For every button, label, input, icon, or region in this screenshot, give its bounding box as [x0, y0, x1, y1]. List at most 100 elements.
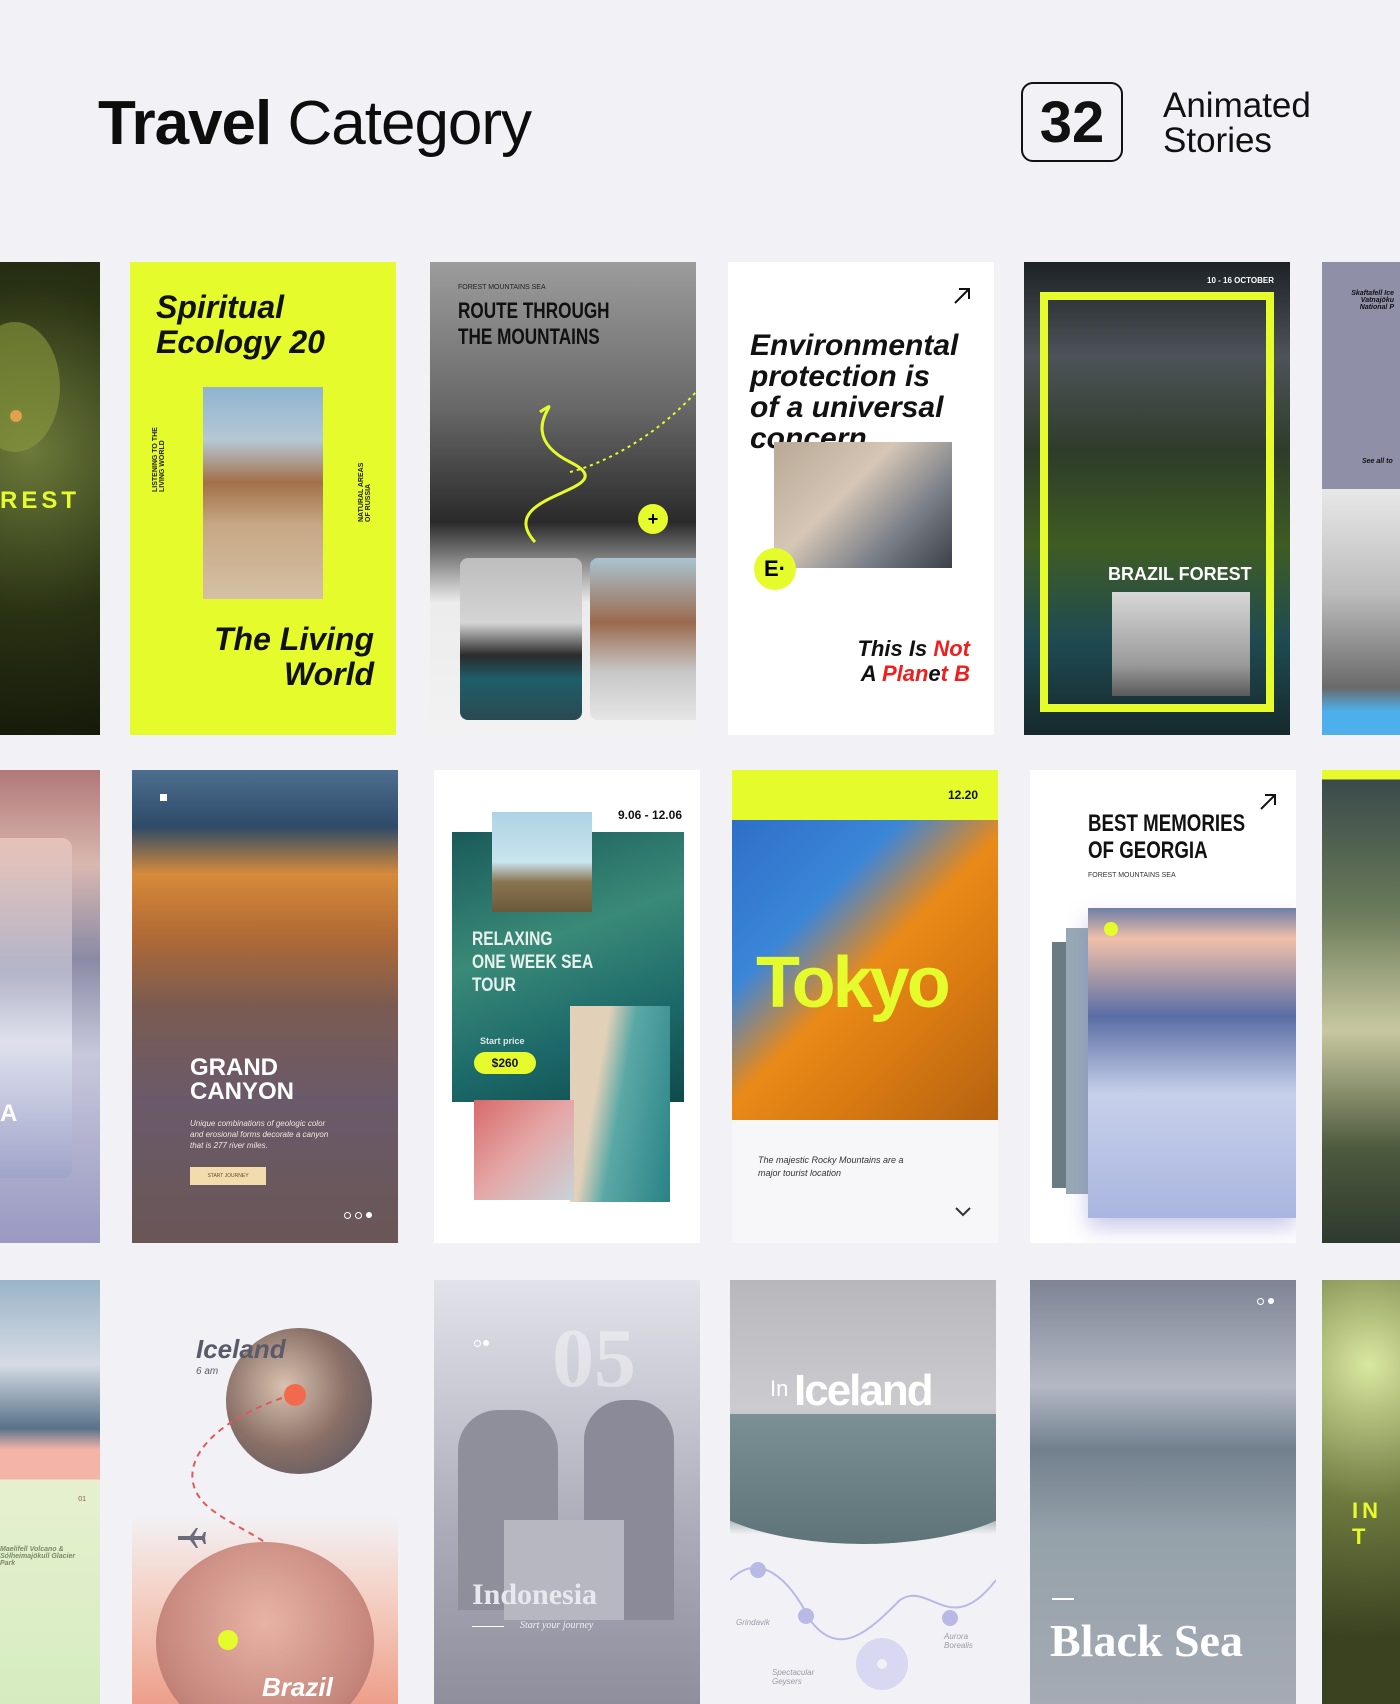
- story-count-label: Animated Stories: [1163, 88, 1311, 158]
- card-title: Black Sea: [1050, 1615, 1243, 1666]
- story-card-maelifell-partial[interactable]: 01 Maelifell Volcano & Sólheimajökull Gl…: [0, 1280, 100, 1704]
- arrow-up-right-icon[interactable]: [952, 286, 972, 306]
- dot[interactable]: [344, 1212, 351, 1219]
- story-card-green-partial[interactable]: IN T: [1322, 1280, 1400, 1704]
- tagline-highlight: Not: [933, 636, 970, 661]
- title-bold: Travel: [98, 89, 272, 158]
- count-label-line1: Animated: [1163, 86, 1311, 125]
- bottle-photo: [774, 442, 952, 568]
- subtitle-line1: The Living: [214, 621, 374, 657]
- date: 12.20: [947, 788, 978, 802]
- card-title: Skaftafell Ice Vatnajöku National P: [1351, 290, 1394, 311]
- story-card-indonesia[interactable]: 05 Indonesia Start your journey: [434, 1280, 700, 1704]
- subtitle-line2: World: [283, 656, 374, 692]
- side-text-right: NATURAL AREAS OF RUSSIA: [358, 462, 372, 522]
- story-card-iceland-brazil[interactable]: Iceland 6 am Brazil: [132, 1280, 398, 1704]
- story-card-grand-canyon[interactable]: GRAND CANYON Unique combinations of geolo…: [132, 770, 398, 1243]
- location-label: Grindavik: [736, 1618, 770, 1627]
- card-subtitle: Brazil: [262, 1672, 333, 1702]
- story-card-in-iceland[interactable]: In Iceland Grindavik Aurora Borealis Spe…: [730, 1280, 996, 1704]
- card-title: IN T: [1352, 1498, 1382, 1549]
- indicator-dot: [1104, 922, 1118, 936]
- plus-button[interactable]: +: [638, 504, 668, 534]
- story-card-spiritual-ecology[interactable]: Spiritual Ecology 20 LISTENING TO THE LIV…: [130, 262, 396, 735]
- title-light: Category: [287, 89, 532, 158]
- price-badge[interactable]: $260: [474, 1052, 536, 1074]
- story-card-route-mountains[interactable]: FOREST MOUNTAINS SEA ROUTE THROUGH THE MO…: [430, 262, 696, 735]
- card-desc: Maelifell Volcano & Sólheimajökull Glaci…: [0, 1546, 76, 1567]
- tagline-highlight: Plan: [881, 661, 929, 686]
- dot[interactable]: [355, 1212, 362, 1219]
- tagline-highlight: t B: [940, 661, 970, 686]
- start-journey-button[interactable]: START JOURNEY: [190, 1167, 266, 1185]
- card-title: GRAND CANYON: [190, 1056, 294, 1104]
- dot-active[interactable]: [366, 1212, 372, 1218]
- iceberg-photo: [460, 558, 582, 720]
- card-title: A: [0, 1100, 18, 1127]
- dot[interactable]: [1257, 1298, 1264, 1305]
- title-line2: CANYON: [190, 1078, 295, 1105]
- brand-logo: E·: [754, 548, 796, 590]
- animal-eye: [10, 410, 22, 422]
- mountain-photo: [1088, 908, 1296, 1218]
- story-card-mountain-partial[interactable]: A: [0, 770, 100, 1243]
- title-line3: TOUR: [472, 975, 516, 996]
- chevron-down-icon[interactable]: [954, 1206, 972, 1218]
- beach-photo: [203, 387, 323, 599]
- story-card-black-sea[interactable]: Black Sea: [1030, 1280, 1296, 1704]
- tagline-part: e: [928, 661, 941, 686]
- waterfall-photo: [1112, 592, 1250, 696]
- field-photo: [492, 812, 592, 912]
- card-title: BRAZIL FOREST: [1108, 564, 1252, 584]
- card-title: RELAXING ONE WEEK SEA TOUR: [472, 928, 593, 997]
- card-title: REST: [0, 487, 81, 514]
- see-all-link[interactable]: See all to: [1362, 458, 1393, 465]
- title-line1: BEST MEMORIES: [1088, 810, 1246, 837]
- side-text-left: LISTENING TO THE LIVING WORLD: [152, 427, 166, 492]
- title-line2: OF GEORGIA: [1088, 837, 1208, 864]
- card-desc: Start your journey: [520, 1620, 594, 1631]
- story-card-valley-partial[interactable]: [1322, 770, 1400, 1243]
- button-label: START JOURNEY: [207, 1173, 249, 1179]
- page-title: Travel Category: [98, 88, 532, 159]
- page-number: 05: [552, 1312, 636, 1405]
- title-line1: Environmental: [750, 329, 959, 362]
- price-value: $260: [491, 1056, 519, 1070]
- story-card-tokyo[interactable]: 12.20 Tokyo The majestic Rocky Mountains…: [732, 770, 998, 1243]
- dots: [1257, 1298, 1274, 1305]
- title-line1: RELAXING: [472, 929, 553, 950]
- story-card-environmental[interactable]: Environmental protection is of a universal…: [728, 262, 994, 735]
- title-line1: GRAND: [190, 1054, 278, 1081]
- tagline-line1: This Is Not: [858, 636, 970, 661]
- story-card-skaftafell-partial[interactable]: Skaftafell Ice Vatnajöku National P See …: [1322, 262, 1400, 735]
- card-desc: The majestic Rocky Mountains are a major…: [758, 1155, 904, 1178]
- story-card-brazil-forest[interactable]: 10 - 16 OCTOBER BRAZIL FOREST: [1024, 262, 1290, 735]
- count-label-line2: Stories: [1163, 121, 1272, 160]
- story-card-georgia[interactable]: BEST MEMORIES OF GEORGIA FOREST MOUNTAINS…: [1030, 770, 1296, 1243]
- leaf-shape: [0, 322, 60, 452]
- beach-photo: [570, 1006, 670, 1202]
- pin-dot: [218, 1630, 238, 1650]
- story-count: 32: [1039, 89, 1105, 155]
- card-title: BEST MEMORIES OF GEORGIA: [1088, 810, 1245, 864]
- date: 9.06 - 12.06: [617, 808, 682, 822]
- title-line1: Spiritual: [156, 289, 285, 325]
- story-card-sea-tour[interactable]: 9.06 - 12.06 RELAXING ONE WEEK SEA TOUR St…: [434, 770, 700, 1243]
- date: 10 - 16 OCTOBER: [1207, 276, 1274, 285]
- divider: [1052, 1598, 1074, 1600]
- indicator: [160, 794, 167, 801]
- dot[interactable]: [474, 1340, 481, 1347]
- price-label: Start price: [480, 1036, 525, 1046]
- tagline-part: A: [860, 661, 882, 686]
- location-label: Aurora Borealis: [944, 1632, 973, 1650]
- tagline-line2: A Planet B: [858, 661, 970, 686]
- card-desc: Unique combinations of geologic color an…: [190, 1119, 329, 1150]
- red-photo: [474, 1100, 574, 1200]
- arrow-up-right-icon[interactable]: [1258, 792, 1278, 812]
- divider: [472, 1626, 504, 1627]
- dot-active[interactable]: [483, 1340, 489, 1346]
- tagline-part: This Is: [857, 636, 934, 661]
- story-card-forest-partial[interactable]: REST: [0, 262, 100, 735]
- card-tagline: This Is Not A Planet B: [858, 636, 970, 686]
- dot-active[interactable]: [1268, 1298, 1274, 1304]
